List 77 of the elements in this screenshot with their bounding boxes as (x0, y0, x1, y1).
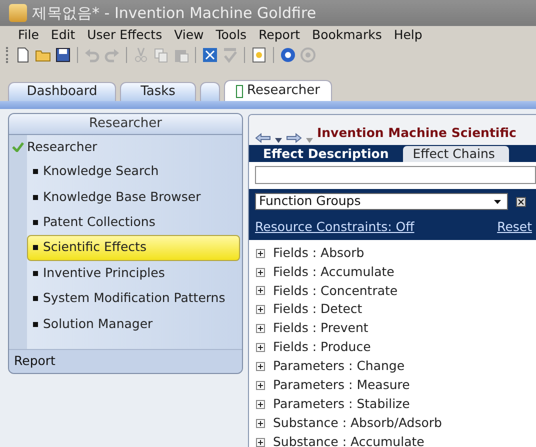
close-icon[interactable] (516, 196, 526, 206)
tree-item[interactable]: Fields : Prevent (249, 319, 536, 338)
tree-item[interactable]: Fields : Concentrate (249, 282, 536, 300)
tree-item[interactable]: Parameters : Change (249, 357, 536, 376)
document-icon[interactable] (15, 47, 31, 63)
tab[interactable]: Dashboard (8, 82, 116, 101)
menu-item[interactable]: Bookmarks (308, 26, 390, 45)
tree-item-label: Fields : Produce (273, 338, 371, 356)
nav-item[interactable]: Knowledge Base Browser (27, 184, 242, 210)
tree-item-label: Parameters : Measure (273, 376, 410, 394)
nav-item-label: Scientific Effects (43, 238, 146, 256)
dropdown-value: Function Groups (259, 192, 361, 210)
panel-header: Researcher (9, 114, 242, 135)
nav-item-label: Patent Collections (43, 213, 156, 232)
tree-item-label: Fields : Detect (273, 300, 362, 318)
bullet-icon (33, 322, 38, 327)
bullet-icon (33, 220, 38, 225)
back-arrow-icon[interactable] (255, 133, 271, 143)
bullet-icon (33, 169, 38, 174)
reset-link[interactable]: Reset (497, 218, 532, 237)
help-icon[interactable] (280, 47, 296, 63)
tree-item-label: Parameters : Change (273, 357, 405, 376)
nav-item[interactable]: Scientific Effects (27, 235, 240, 261)
nav-item-label: System Modification Patterns (43, 289, 226, 308)
tree-item[interactable]: Substance : Accumulate (249, 432, 536, 447)
constraints-link[interactable]: Resource Constraints: Off (255, 218, 414, 237)
tree-item[interactable]: Fields : Detect (249, 300, 536, 320)
menu-item[interactable]: User Effects (83, 26, 170, 45)
function-groups-dropdown[interactable]: Function Groups (255, 193, 508, 210)
nav-item-label: Knowledge Base Browser (43, 188, 201, 206)
tree-item-label: Substance : Absorb/Adsorb (273, 414, 442, 432)
bullet-icon (33, 270, 38, 276)
tree-item-label: Fields : Accumulate (273, 262, 394, 281)
tree-item-label: Fields : Absorb (273, 244, 364, 262)
nav-item[interactable]: System Modification Patterns (27, 286, 242, 312)
save-icon[interactable] (55, 47, 71, 63)
tab[interactable]: Effect Description (253, 146, 403, 162)
nav-item-label: Knowledge Search (43, 162, 159, 180)
tree-item-label: Fields : Concentrate (273, 282, 398, 300)
bullet-icon (33, 245, 38, 250)
tab[interactable]: Tasks (120, 82, 196, 101)
menu-item[interactable]: Help (390, 26, 430, 45)
forward-arrow-icon[interactable] (286, 133, 302, 143)
bullet-icon (33, 296, 38, 302)
menu-item[interactable]: Tools (212, 26, 255, 45)
caret-icon (494, 200, 501, 204)
menu-item[interactable]: Edit (46, 26, 84, 45)
tab-label: Researcher (247, 82, 320, 100)
menu-item[interactable]: File (14, 26, 47, 45)
tree-item-label: Parameters : Stabilize (273, 394, 410, 413)
tab[interactable]: Effect Chains (402, 146, 509, 162)
nav-item[interactable]: Patent Collections (27, 210, 242, 236)
nav-item[interactable]: Solution Manager (27, 311, 242, 337)
nav-item-label: Solution Manager (43, 314, 153, 333)
tree-item[interactable]: Parameters : Stabilize (249, 394, 536, 414)
tree-item[interactable]: Parameters : Measure (249, 376, 536, 395)
nav-item[interactable]: Knowledge Search (27, 159, 242, 184)
tree-item[interactable]: Fields : Absorb (249, 244, 536, 263)
app-icon (9, 4, 27, 22)
search-field[interactable] (255, 166, 536, 184)
section-title[interactable]: Report (9, 349, 242, 373)
nav-item[interactable]: Inventive Principles (27, 260, 242, 286)
tree-item[interactable]: Fields : Accumulate (249, 262, 536, 282)
menu-item[interactable]: Report (254, 26, 308, 45)
report-icon[interactable] (251, 47, 267, 63)
bullet-icon (33, 194, 38, 200)
menu-item[interactable]: View (170, 26, 212, 45)
tree-item-label: Fields : Prevent (273, 319, 368, 338)
tab[interactable]: Researcher (224, 80, 332, 101)
tree-item-label: Substance : Accumulate (273, 432, 424, 447)
section-title[interactable]: Researcher (27, 138, 98, 156)
tree-item[interactable]: Fields : Produce (249, 338, 536, 358)
tree-item[interactable]: Substance : Absorb/Adsorb (249, 414, 536, 433)
window-title: 제목없음* - Invention Machine Goldfire (32, 2, 316, 24)
page-title: Invention Machine Scientific (317, 124, 516, 142)
nav-item-label: Inventive Principles (43, 264, 165, 282)
caret-icon[interactable] (275, 138, 282, 143)
